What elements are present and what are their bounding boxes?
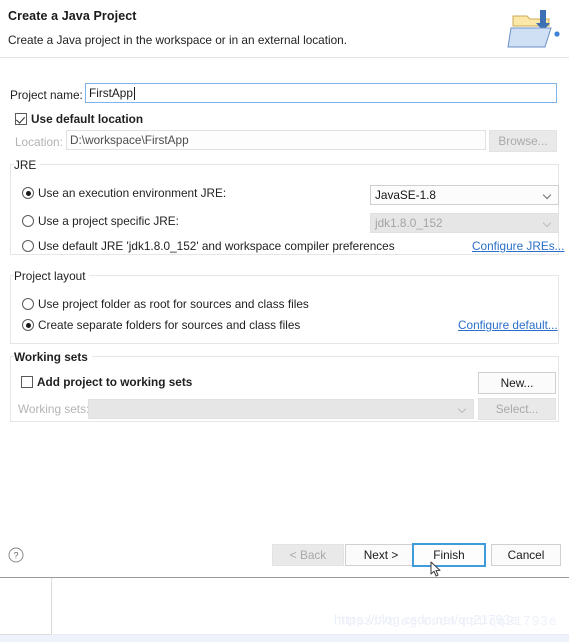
finish-button[interactable]: Finish xyxy=(412,543,486,567)
layout-group-border-top xyxy=(10,275,559,276)
layout-option-project-folder-radio[interactable] xyxy=(22,298,34,310)
execution-environment-value: JavaSE-1.8 xyxy=(375,188,436,202)
use-default-location-label: Use default location xyxy=(31,112,144,126)
browse-button[interactable]: Browse... xyxy=(489,130,557,152)
layout-group-border-right xyxy=(558,275,559,343)
working-sets-combo[interactable] xyxy=(88,399,474,419)
chevron-down-icon xyxy=(459,406,466,413)
cancel-button[interactable]: Cancel xyxy=(491,544,561,566)
jre-group-border-bottom xyxy=(10,254,559,255)
project-specific-jre-combo[interactable]: jdk1.8.0_152 xyxy=(370,213,559,233)
chevron-down-icon xyxy=(544,220,551,227)
text-caret xyxy=(133,86,135,100)
watermark-text-shadow: https://blog.csdn.net/qq21793e xyxy=(338,613,558,628)
add-project-to-working-sets-label: Add project to working sets xyxy=(37,375,193,389)
new-working-set-button[interactable]: New... xyxy=(478,372,556,394)
page-title: Create a Java Project xyxy=(8,9,137,23)
use-default-location-checkbox[interactable] xyxy=(15,113,27,125)
jre-group-border-left xyxy=(10,164,11,254)
project-name-label: Project name: xyxy=(10,88,83,102)
workbench-bottom-strip xyxy=(0,635,569,642)
select-working-set-button[interactable]: Select... xyxy=(478,398,556,420)
project-name-value: FirstApp xyxy=(89,86,133,100)
working-sets-group-border-right xyxy=(558,356,559,421)
location-label: Location: xyxy=(15,135,63,149)
working-sets-group-label: Working sets xyxy=(14,350,92,364)
mouse-cursor xyxy=(430,561,442,578)
dialog-body: Project name: FirstApp Use default locat… xyxy=(0,58,569,531)
jre-option-project-specific-label: Use a project specific JRE: xyxy=(38,214,179,228)
layout-group-border-bottom xyxy=(10,343,559,344)
add-project-to-working-sets-checkbox[interactable] xyxy=(21,376,33,388)
project-specific-jre-value: jdk1.8.0_152 xyxy=(375,216,443,230)
jre-group-border-top xyxy=(10,164,559,165)
screen: Create a Java Project Create a Java proj… xyxy=(0,0,569,642)
configure-jres-link[interactable]: Configure JREs... xyxy=(472,239,564,253)
layout-group-border-left xyxy=(10,275,11,343)
workbench-left-panel xyxy=(0,578,52,635)
working-sets-group-border-left xyxy=(10,356,11,421)
layout-option-separate-folders-radio[interactable] xyxy=(22,319,34,331)
jre-group-label: JRE xyxy=(14,158,41,172)
new-java-project-icon xyxy=(507,4,561,52)
layout-option-project-folder-label: Use project folder as root for sources a… xyxy=(38,297,309,311)
jre-option-default-label: Use default JRE 'jdk1.8.0_152' and works… xyxy=(38,239,395,253)
jre-option-default-radio[interactable] xyxy=(22,240,34,252)
jre-option-project-specific-radio[interactable] xyxy=(22,215,34,227)
location-value: D:\workspace\FirstApp xyxy=(70,133,189,147)
layout-option-separate-folders-label: Create separate folders for sources and … xyxy=(38,318,301,332)
execution-environment-combo[interactable]: JavaSE-1.8 xyxy=(370,185,559,205)
back-button[interactable]: < Back xyxy=(272,544,344,566)
working-sets-label: Working sets: xyxy=(18,402,90,416)
create-java-project-dialog: Create a Java Project Create a Java proj… xyxy=(0,0,569,578)
chevron-down-icon xyxy=(544,192,551,199)
help-icon[interactable]: ? xyxy=(8,547,24,563)
jre-option-execution-environment-radio[interactable] xyxy=(22,187,34,199)
configure-default-link[interactable]: Configure default... xyxy=(458,318,558,332)
page-subtitle: Create a Java project in the workspace o… xyxy=(8,33,348,47)
jre-option-execution-environment-label: Use an execution environment JRE: xyxy=(38,186,227,200)
working-sets-group-border-top xyxy=(10,356,559,357)
dialog-header: Create a Java Project Create a Java proj… xyxy=(0,0,569,58)
location-input[interactable]: D:\workspace\FirstApp xyxy=(66,130,486,150)
svg-text:?: ? xyxy=(13,551,18,561)
working-sets-group-border-bottom xyxy=(10,421,559,422)
next-button[interactable]: Next > xyxy=(345,544,417,566)
project-layout-group-label: Project layout xyxy=(14,269,90,283)
project-name-input[interactable]: FirstApp xyxy=(85,83,557,103)
